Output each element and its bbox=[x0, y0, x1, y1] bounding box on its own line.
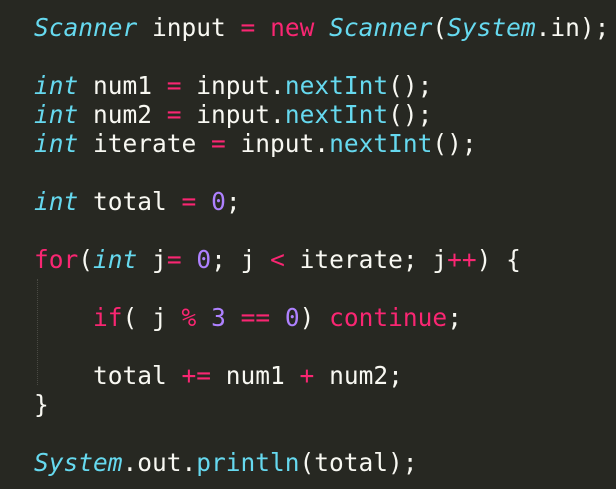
code-token: num1 bbox=[211, 361, 300, 390]
code-line-8: total += num1 + num2; bbox=[34, 361, 403, 390]
code-token: num2 bbox=[78, 100, 167, 129]
code-token: 0 bbox=[196, 245, 212, 274]
code-token: = bbox=[181, 187, 197, 216]
code-token: total bbox=[34, 361, 182, 390]
code-token: 3 bbox=[211, 303, 226, 332]
code-token: int bbox=[34, 71, 79, 100]
code-token: 0 bbox=[284, 303, 300, 332]
code-token: ( j bbox=[122, 303, 182, 332]
code-token: continue bbox=[329, 303, 448, 332]
code-token: = bbox=[166, 245, 182, 274]
code-token: + bbox=[299, 361, 315, 390]
code-token: Scanner bbox=[34, 13, 138, 42]
code-token: input. bbox=[181, 100, 285, 129]
code-token: nextInt bbox=[284, 100, 389, 129]
code-token: ++ bbox=[447, 245, 477, 274]
code-token: System bbox=[447, 13, 536, 42]
code-token: < bbox=[270, 245, 285, 274]
code-token: 0 bbox=[211, 187, 226, 216]
code-token: == bbox=[240, 303, 271, 332]
code-token: (); bbox=[388, 100, 433, 129]
code-token: Scanner bbox=[329, 13, 433, 42]
code-token: int bbox=[34, 129, 79, 158]
code-token: ; bbox=[447, 303, 462, 332]
code-token: input bbox=[137, 13, 241, 42]
code-token: int bbox=[93, 245, 138, 274]
code-token: % bbox=[181, 303, 197, 332]
code-line-6: for(int j= 0; j < iterate; j++) { bbox=[34, 245, 521, 274]
code-token: ; j bbox=[211, 245, 271, 274]
code-token: += bbox=[181, 361, 212, 390]
code-line-2: int num1 = input.nextInt(); bbox=[34, 71, 432, 100]
code-token: int bbox=[34, 187, 79, 216]
code-token: ( bbox=[432, 13, 448, 42]
code-line-7: if( j % 3 == 0) continue; bbox=[34, 303, 462, 332]
code-token: .in); bbox=[535, 13, 610, 42]
code-token: j bbox=[137, 245, 167, 274]
code-token: ( bbox=[78, 245, 94, 274]
code-token: input. bbox=[225, 129, 330, 158]
code-token: (); bbox=[432, 129, 477, 158]
code-line-3: int num2 = input.nextInt(); bbox=[34, 100, 432, 129]
code-token: for bbox=[34, 245, 79, 274]
code-editor[interactable]: Scanner input = new Scanner(System.in); … bbox=[0, 0, 616, 489]
code-token: = bbox=[240, 13, 256, 42]
code-line-10: System.out.println(total); bbox=[34, 448, 418, 477]
code-token: (); bbox=[388, 71, 433, 100]
code-line-4: int iterate = input.nextInt(); bbox=[34, 129, 477, 158]
code-token: (total); bbox=[299, 448, 418, 477]
code-token: ; bbox=[225, 187, 241, 216]
code-token: } bbox=[34, 390, 49, 419]
code-token: iterate; j bbox=[284, 245, 448, 274]
code-token: iterate bbox=[78, 129, 212, 158]
code-token: System bbox=[34, 448, 123, 477]
code-token: new bbox=[270, 13, 315, 42]
code-line-1: Scanner input = new Scanner(System.in); bbox=[34, 13, 609, 42]
code-token: num2; bbox=[314, 361, 403, 390]
code-token: = bbox=[166, 100, 182, 129]
code-token: nextInt bbox=[329, 129, 433, 158]
code-token: if bbox=[93, 303, 123, 332]
code-token: num1 bbox=[78, 71, 167, 100]
code-token: ) bbox=[299, 303, 330, 332]
code-token: nextInt bbox=[284, 71, 389, 100]
code-token: total bbox=[78, 187, 182, 216]
code-token: input. bbox=[181, 71, 285, 100]
code-line-5: int total = 0; bbox=[34, 187, 241, 216]
code-line-9: } bbox=[34, 390, 49, 419]
code-token: int bbox=[34, 100, 79, 129]
code-token: ) { bbox=[476, 245, 521, 274]
code-token: = bbox=[166, 71, 182, 100]
code-token: = bbox=[211, 129, 226, 158]
code-token: .out. bbox=[122, 448, 197, 477]
code-token: println bbox=[196, 448, 300, 477]
